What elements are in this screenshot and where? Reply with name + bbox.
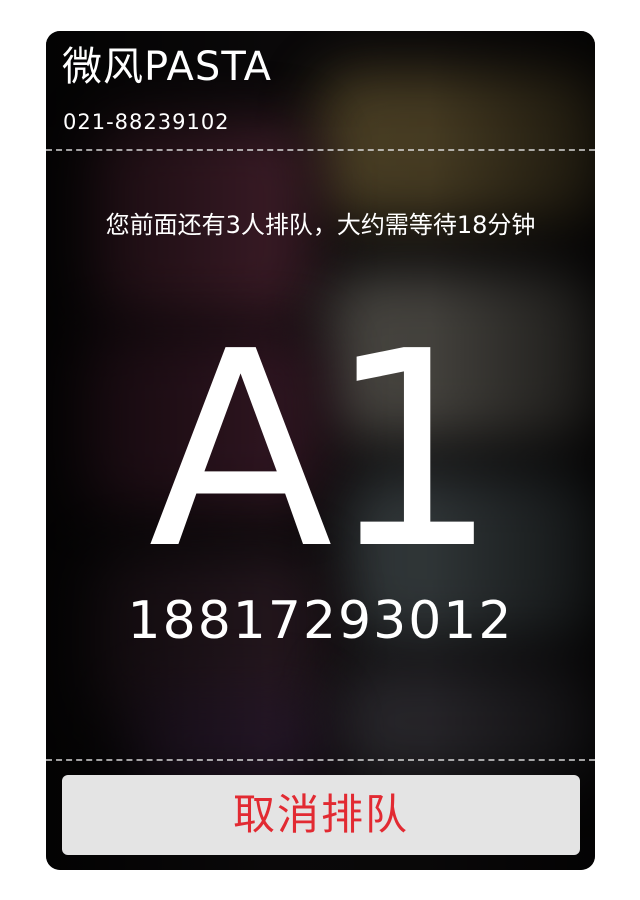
wait-message: 您前面还有3人排队，大约需等待18分钟: [105, 211, 536, 239]
queue-ticket-card: 微风PASTA 021-88239102 您前面还有3人排队，大约需等待18分钟…: [46, 31, 595, 870]
restaurant-phone: 021-88239102: [63, 110, 230, 134]
customer-phone: 18817293012: [127, 591, 514, 651]
restaurant-name: 微风PASTA: [62, 44, 273, 90]
cancel-queue-button[interactable]: 取消排队: [62, 775, 580, 855]
ticket-content: 微风PASTA 021-88239102 您前面还有3人排队，大约需等待18分钟…: [46, 31, 595, 870]
bottom-dashed-divider: [46, 759, 595, 761]
queue-number: A1: [148, 293, 498, 608]
top-dashed-divider: [46, 149, 595, 151]
